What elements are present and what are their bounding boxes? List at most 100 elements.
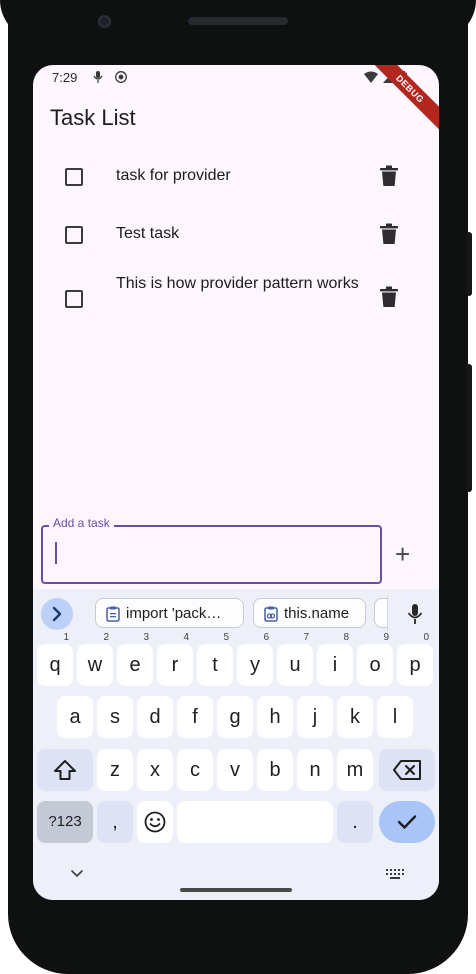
key[interactable]: p0 [397, 633, 433, 686]
key-label: u [289, 654, 301, 676]
key-hint: 0 [423, 632, 429, 643]
page-title: Task List [50, 105, 136, 130]
backspace-icon [393, 760, 421, 780]
task-label: task for provider [116, 167, 231, 184]
key[interactable]: s [97, 696, 133, 738]
shift-icon [54, 760, 76, 780]
key[interactable]: r4 [157, 633, 193, 686]
clipboard-icon [106, 606, 120, 622]
key[interactable]: e3 [117, 633, 153, 686]
comma-key[interactable]: , [97, 801, 133, 843]
task-item: task for provider [33, 159, 439, 193]
power-button [466, 364, 472, 492]
keyboard-switch-icon[interactable] [386, 866, 404, 884]
status-time: 7:29 [52, 70, 78, 85]
emoji-icon [144, 811, 166, 833]
key[interactable]: f [177, 696, 213, 738]
suggestion-text: import 'pack… [126, 605, 222, 622]
key[interactable]: q1 [37, 633, 73, 686]
front-camera [98, 15, 111, 28]
task-label: Test task [116, 225, 180, 242]
soft-keyboard: import 'pack… this.name q1 w2 e3 r4 t5 y… [33, 589, 439, 900]
voice-input-mic-icon[interactable] [407, 604, 423, 629]
hide-keyboard-chevron-icon[interactable] [71, 865, 83, 883]
key[interactable]: i8 [317, 633, 353, 686]
add-task-input[interactable] [41, 525, 382, 584]
suggestion-text: this.name [284, 605, 350, 622]
key-label: i [332, 654, 338, 676]
key-label: q [49, 654, 61, 676]
key-label: y [250, 654, 260, 676]
key-hint: 9 [383, 632, 389, 643]
key[interactable]: u7 [277, 633, 313, 686]
delete-task-icon[interactable] [379, 223, 399, 250]
delete-task-icon[interactable] [379, 286, 399, 313]
chevron-right-icon [52, 606, 62, 622]
key-label: e [129, 654, 141, 676]
key[interactable]: g [217, 696, 253, 738]
key[interactable]: x [137, 749, 173, 791]
wifi-icon [364, 71, 378, 86]
volume-button [466, 232, 472, 296]
mic-status-icon [93, 71, 103, 86]
key[interactable]: k [337, 696, 373, 738]
key-hint: 5 [223, 632, 229, 643]
suggestion-divider [387, 595, 388, 631]
suggestion-expand-button[interactable] [41, 598, 73, 630]
delete-task-icon[interactable] [379, 165, 399, 192]
task-checkbox[interactable] [65, 290, 83, 308]
home-gesture-pill[interactable] [180, 888, 292, 892]
key[interactable]: d [137, 696, 173, 738]
key-hint: 8 [343, 632, 349, 643]
done-key[interactable] [379, 801, 435, 843]
key[interactable]: z [97, 749, 133, 791]
key[interactable]: h [257, 696, 293, 738]
key[interactable]: c [177, 749, 213, 791]
key-label: p [409, 654, 421, 676]
earpiece-speaker [188, 17, 288, 25]
task-checkbox[interactable] [65, 168, 83, 186]
backspace-key[interactable] [379, 749, 435, 791]
task-checkbox[interactable] [65, 226, 83, 244]
key[interactable]: j [297, 696, 333, 738]
app-status-icon [115, 71, 127, 86]
space-key[interactable] [177, 801, 333, 843]
key-label: w [87, 654, 103, 676]
key[interactable]: o9 [357, 633, 393, 686]
suggestion-chip[interactable]: this.name [253, 598, 366, 628]
add-task-input-label: Add a task [49, 516, 114, 530]
status-bar: 7:29 DEBUG [33, 65, 439, 134]
key-hint: 2 [103, 632, 109, 643]
text-caret [55, 542, 57, 564]
key[interactable]: a [57, 696, 93, 738]
suggestion-chip-partial[interactable] [374, 598, 388, 628]
task-label: This is how provider pattern works [116, 275, 359, 292]
key-hint: 6 [263, 632, 269, 643]
key[interactable]: b [257, 749, 293, 791]
key-label: o [369, 654, 381, 676]
checkmark-icon [397, 815, 417, 829]
task-item: Test task [33, 217, 439, 251]
key-hint: 4 [183, 632, 189, 643]
suggestion-chip[interactable]: import 'pack… [95, 598, 244, 628]
system-navigation-bar [33, 861, 439, 900]
key-label: r [171, 654, 179, 676]
key[interactable]: n [297, 749, 333, 791]
symbols-key[interactable]: ?123 [37, 801, 93, 843]
key[interactable]: l [377, 696, 413, 738]
key-hint: 7 [303, 632, 309, 643]
emoji-key[interactable] [137, 801, 173, 843]
device-screen: 7:29 DEBUG Task List task for provider T… [33, 65, 439, 900]
key[interactable]: t5 [197, 633, 233, 686]
key[interactable]: v [217, 749, 253, 791]
key-hint: 3 [143, 632, 149, 643]
period-key[interactable]: . [337, 801, 373, 843]
key-label: t [212, 654, 218, 676]
key-hint: 1 [63, 632, 69, 643]
key[interactable]: m [337, 749, 373, 791]
shift-key[interactable] [37, 749, 93, 791]
key[interactable]: w2 [77, 633, 113, 686]
key[interactable]: y6 [237, 633, 273, 686]
task-item: This is how provider pattern works [33, 271, 439, 327]
add-task-button[interactable]: + [395, 541, 410, 567]
